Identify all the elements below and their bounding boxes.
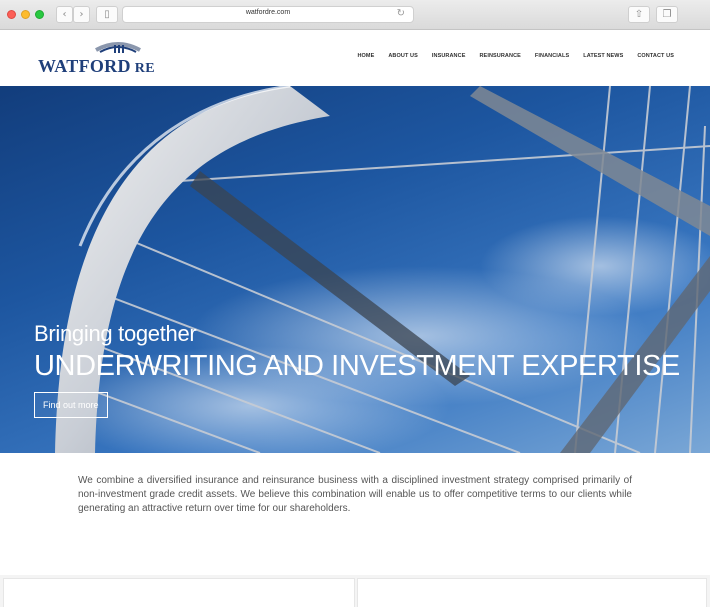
hero-banner: Bringing together UNDERWRITING AND INVES… <box>0 86 710 453</box>
reload-icon[interactable]: ↻ <box>397 8 405 19</box>
logo-wordmark: WATFORD RE <box>38 56 155 77</box>
nav-contact-us[interactable]: CONTACT US <box>637 53 674 59</box>
share-icon: ⇧ <box>634 9 644 20</box>
nav-insurance[interactable]: INSURANCE <box>432 53 466 59</box>
sidebar-button[interactable]: ▯ <box>96 6 118 23</box>
share-button[interactable]: ⇧ <box>628 6 650 23</box>
back-button[interactable]: ‹ <box>56 6 73 23</box>
chevron-left-icon: ‹ <box>62 9 67 20</box>
nav-home[interactable]: HOME <box>357 53 374 59</box>
nav-about-us[interactable]: ABOUT US <box>388 53 418 59</box>
main-navigation: HOME ABOUT US INSURANCE REINSURANCE FINA… <box>357 53 674 59</box>
browser-toolbar: ‹ › ▯ watfordre.com ↻ ⇧ ❐ <box>0 0 710 30</box>
nav-reinsurance[interactable]: REINSURANCE <box>479 53 520 59</box>
address-bar[interactable]: watfordre.com ↻ <box>122 6 414 23</box>
site-header: WATFORD RE HOME ABOUT US INSURANCE REINSU… <box>0 30 710 86</box>
tabs-icon: ❐ <box>662 9 672 20</box>
content-card-left <box>3 578 355 607</box>
sidebar-icon: ▯ <box>104 9 110 20</box>
chevron-right-icon: › <box>79 9 84 20</box>
find-out-more-button[interactable]: Find out more <box>34 392 108 418</box>
watford-re-logo[interactable]: WATFORD RE <box>38 38 178 78</box>
logo-suffix-text: RE <box>134 61 155 76</box>
tabs-button[interactable]: ❐ <box>656 6 678 23</box>
forward-button[interactable]: › <box>73 6 90 23</box>
nav-latest-news[interactable]: LATEST NEWS <box>583 53 623 59</box>
intro-paragraph: We combine a diversified insurance and r… <box>78 475 632 514</box>
zoom-window-button[interactable] <box>35 10 44 19</box>
minimize-window-button[interactable] <box>21 10 30 19</box>
nav-financials[interactable]: FINANCIALS <box>535 53 569 59</box>
url-text: watfordre.com <box>245 9 291 16</box>
content-card-right <box>357 578 707 607</box>
close-window-button[interactable] <box>7 10 16 19</box>
hero-title: UNDERWRITING AND INVESTMENT EXPERTISE <box>34 350 680 382</box>
logo-main-text: WATFORD <box>38 56 131 76</box>
hero-kicker: Bringing together <box>34 321 197 346</box>
